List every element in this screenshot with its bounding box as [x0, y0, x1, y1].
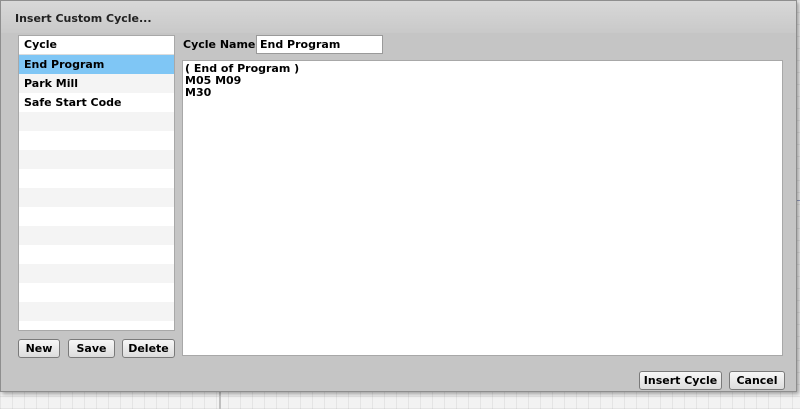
cycle-list[interactable]: Cycle End Program Park Mill Safe Start C…	[18, 35, 175, 331]
cycle-list-empty-row	[19, 169, 174, 188]
cycle-list-empty-row	[19, 188, 174, 207]
cycle-list-empty-row	[19, 245, 174, 264]
dialog-title: Insert Custom Cycle...	[15, 12, 152, 25]
cycle-list-empty-row	[19, 302, 174, 321]
cycle-list-empty-row	[19, 112, 174, 131]
cycle-list-empty-row	[19, 207, 174, 226]
cycle-list-item-end-program[interactable]: End Program	[19, 55, 174, 74]
cycle-list-empty-row	[19, 150, 174, 169]
cycle-list-item-park-mill[interactable]: Park Mill	[19, 74, 174, 93]
new-button[interactable]: New	[18, 339, 60, 358]
cycle-list-empty-row	[19, 321, 174, 330]
insert-custom-cycle-dialog: Insert Custom Cycle... Cycle End Program…	[0, 0, 797, 392]
cycle-list-empty-row	[19, 264, 174, 283]
dialog-titlebar[interactable]: Insert Custom Cycle...	[1, 1, 796, 33]
cycle-list-empty-row	[19, 131, 174, 150]
delete-button[interactable]: Delete	[122, 339, 175, 358]
cycle-name-input[interactable]	[256, 35, 383, 54]
cycle-name-label: Cycle Name:	[183, 38, 260, 51]
cancel-button[interactable]: Cancel	[729, 371, 785, 390]
cycle-list-rows: End Program Park Mill Safe Start Code	[19, 55, 174, 330]
cycle-list-header: Cycle	[19, 36, 174, 55]
cycle-list-empty-row	[19, 226, 174, 245]
cycle-code-editor[interactable]: ( End of Program ) M05 M09 M30	[182, 60, 783, 356]
insert-cycle-button[interactable]: Insert Cycle	[639, 371, 722, 390]
cycle-list-item-safe-start-code[interactable]: Safe Start Code	[19, 93, 174, 112]
cycle-list-empty-row	[19, 283, 174, 302]
save-button[interactable]: Save	[68, 339, 115, 358]
